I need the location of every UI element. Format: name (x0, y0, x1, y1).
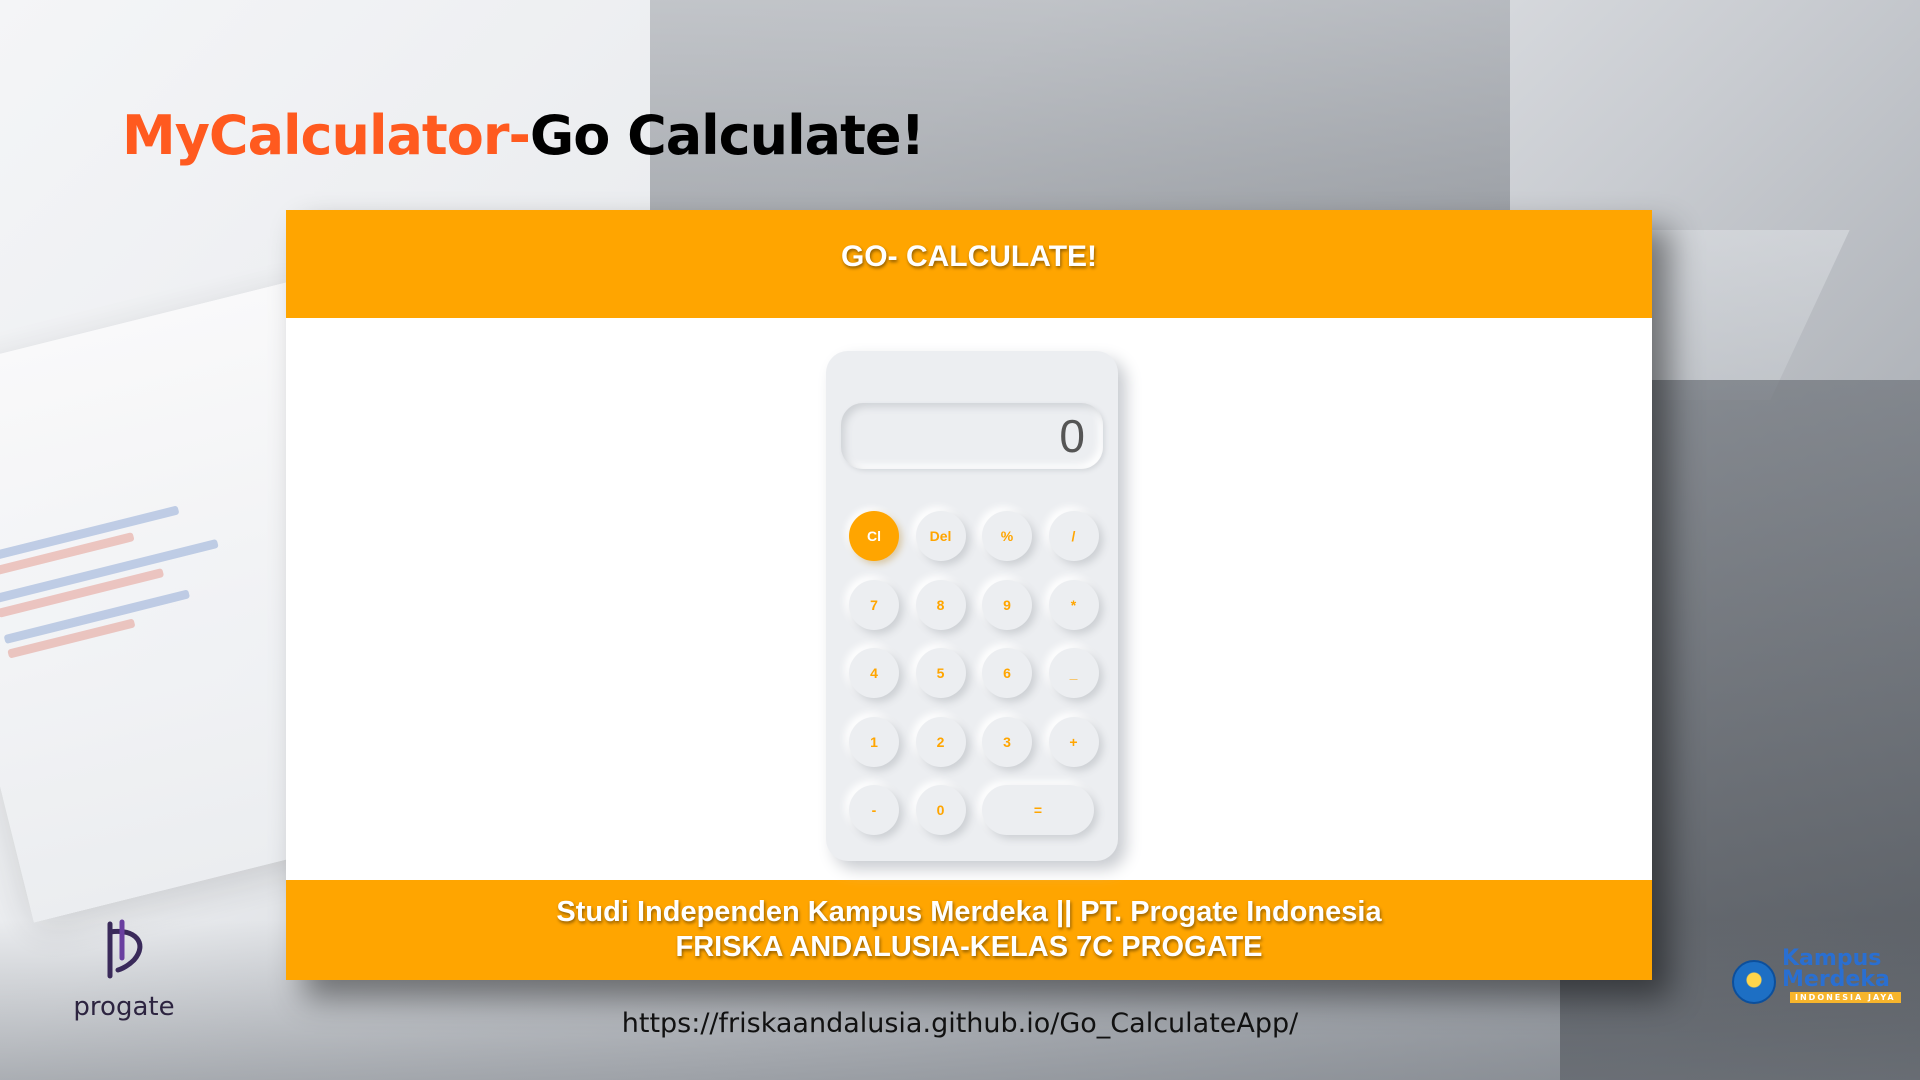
add-button[interactable]: + (1048, 716, 1099, 767)
digit-6-button[interactable]: 6 (982, 648, 1032, 698)
footer-line-2: FRISKA ANDALUSIA-KELAS 7C PROGATE (675, 931, 1263, 963)
progate-wordmark: progate (73, 992, 175, 1022)
digit-8-button[interactable]: 8 (915, 579, 966, 630)
calculator: 0 Cl Del % / 7 8 9 * 4 5 6 _ 1 2 3 + - 0 (826, 351, 1118, 861)
digit-9-button[interactable]: 9 (982, 579, 1032, 630)
delete-button[interactable]: Del (915, 511, 966, 561)
clear-button[interactable]: Cl (849, 511, 899, 561)
app-url: https://friskaandalusia.github.io/Go_Cal… (621, 1008, 1299, 1039)
progate-logo: progate (64, 918, 184, 1022)
kampus-merdeka-line2: Merdeka (1782, 967, 1890, 992)
subtract-button[interactable]: _ (1048, 648, 1099, 698)
progate-mark-icon (107, 919, 143, 979)
page-title-main: Go Calculate! (529, 104, 925, 167)
page-title: MyCalculator-Go Calculate! (122, 104, 925, 167)
app-body: 0 Cl Del % / 7 8 9 * 4 5 6 _ 1 2 3 + - 0 (286, 318, 1652, 880)
kampus-merdeka-logo: Kampus Merdeka INDONESIA JAYA (1730, 948, 1910, 1008)
digit-1-button[interactable]: 1 (849, 716, 899, 767)
app-footer: Studi Independen Kampus Merdeka || PT. P… (286, 880, 1652, 980)
kampus-merdeka-wordmark: Kampus Merdeka (1782, 946, 1890, 992)
kampus-merdeka-tagline: INDONESIA JAYA (1790, 992, 1901, 1003)
tut-wuri-handayani-icon (1732, 960, 1776, 1004)
app-header-title: GO- CALCULATE! (840, 240, 1098, 273)
digit-0-button[interactable]: 0 (915, 785, 966, 835)
digit-4-button[interactable]: 4 (849, 648, 899, 698)
calculator-display: 0 (841, 403, 1103, 469)
calculator-keypad: Cl Del % / 7 8 9 * 4 5 6 _ 1 2 3 + - 0 = (849, 511, 1099, 835)
app-screenshot: GO- CALCULATE! 0 Cl Del % / 7 8 9 * 4 5 … (286, 210, 1652, 980)
digit-7-button[interactable]: 7 (849, 579, 899, 630)
footer-line-1: Studi Independen Kampus Merdeka || PT. P… (556, 896, 1382, 928)
kampus-merdeka-line1: Kampus (1782, 946, 1882, 971)
page-title-accent: MyCalculator- (122, 104, 531, 167)
equals-button[interactable]: = (982, 785, 1094, 835)
digit-3-button[interactable]: 3 (982, 716, 1032, 767)
digit-5-button[interactable]: 5 (915, 648, 966, 698)
digit-2-button[interactable]: 2 (915, 716, 966, 767)
app-header: GO- CALCULATE! (286, 210, 1652, 318)
percent-button[interactable]: % (982, 511, 1032, 561)
divide-button[interactable]: / (1048, 511, 1099, 561)
multiply-button[interactable]: * (1048, 579, 1099, 630)
sign-button[interactable]: - (849, 785, 899, 835)
